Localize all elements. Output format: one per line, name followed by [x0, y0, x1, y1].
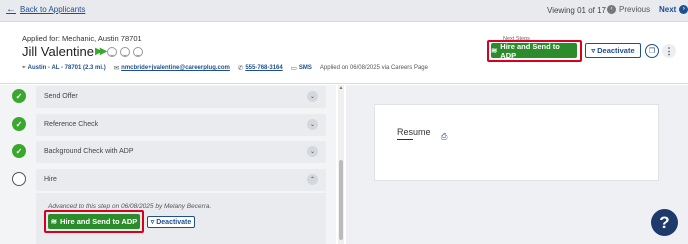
copy-icon: ❐	[648, 48, 656, 55]
pending-circle-icon	[12, 172, 26, 186]
step-label: Background Check with ADP	[44, 148, 134, 155]
workflow-step-hire[interactable]: Hire ⌃	[36, 169, 326, 191]
email-item[interactable]: ✉ nmcbride+jvalentine@careerplug.com	[114, 64, 230, 72]
scroll-thumb[interactable]	[339, 160, 343, 240]
deactivate-step-button[interactable]: ▿ Deactivate	[147, 216, 195, 228]
help-button[interactable]: ?	[651, 209, 678, 236]
back-to-applicants-link[interactable]: ← Back to Applicants	[6, 3, 86, 15]
hire-send-label: Hire and Send to ADP	[60, 217, 138, 226]
thumbs-down-icon: ▿	[150, 219, 155, 226]
phone-icon: ✆	[237, 65, 244, 72]
chevron-down-icon[interactable]: ⌄	[307, 119, 318, 130]
arrow-left-icon: ←	[6, 3, 16, 15]
chat-icon: ▭	[290, 65, 297, 72]
resume-underline	[397, 139, 413, 140]
more-options-button[interactable]: ⋮	[662, 44, 676, 58]
workflow-step-background-check[interactable]: Background Check with ADP ⌄	[36, 141, 326, 163]
hire-and-send-to-adp-step-button[interactable]: ≋ Hire and Send to ADP	[48, 214, 140, 229]
sms-item[interactable]: ▭ SMS	[291, 64, 312, 72]
applied-on-text: Applied on 06/08/2025 via Careers Page	[319, 65, 428, 71]
workflow-step-reference-check[interactable]: Reference Check ⌄	[36, 114, 326, 136]
vertical-dots-icon: ⋮	[664, 45, 674, 56]
previous-button[interactable]: ‹ Previous	[607, 5, 650, 14]
hire-and-send-to-adp-button[interactable]: ≋ Hire and Send to ADP	[491, 41, 577, 60]
deactivate-label: Deactivate	[156, 218, 192, 226]
check-icon: ✓	[12, 117, 26, 131]
email-link[interactable]: nmcbride+jvalentine@careerplug.com	[121, 65, 230, 71]
advanced-note: Advanced to this step on 06/08/2025 by M…	[48, 203, 212, 210]
check-icon: ✓	[12, 144, 26, 158]
previous-label: Previous	[619, 5, 651, 14]
sms-link[interactable]: SMS	[299, 65, 312, 71]
wifi-icon: ≋	[491, 46, 498, 55]
rating-face-icon-2[interactable]	[120, 46, 131, 57]
deactivate-label: Deactivate	[597, 46, 635, 55]
location-item: ⌖ Austin - AL - 78701 (2.3 mi.)	[22, 64, 106, 72]
next-button[interactable]: Next ›	[659, 5, 688, 14]
contact-info-row: ⌖ Austin - AL - 78701 (2.3 mi.) ✉ nmcbri…	[22, 64, 428, 72]
resume-card: Resume ⎙	[374, 104, 659, 181]
step-label: Reference Check	[44, 121, 99, 128]
step-label: Hire	[44, 176, 57, 183]
next-label: Next	[659, 5, 677, 14]
rating-face-icon-3[interactable]	[133, 46, 144, 57]
chevron-left-icon: ‹	[607, 5, 616, 14]
chevron-down-icon[interactable]: ⌄	[307, 91, 318, 102]
workflow-scrollbar[interactable]: ▲	[338, 85, 344, 244]
print-icon[interactable]: ⎙	[441, 132, 447, 142]
step-label: Send Offer	[44, 93, 78, 100]
location-text: Austin - AL - 78701 (2.3 mi.)	[27, 65, 106, 71]
copy-button[interactable]: ❐	[645, 44, 659, 58]
resume-title: Resume	[397, 127, 431, 137]
scroll-up-arrow-icon[interactable]: ▲	[338, 85, 344, 91]
top-navigation-bar: ← Back to Applicants Viewing 01 of 17 ‹ …	[0, 0, 688, 22]
chevron-up-icon[interactable]: ⌃	[307, 174, 318, 185]
workflow-step-send-offer[interactable]: Send Offer ⌄	[36, 86, 326, 108]
phone-item[interactable]: ✆ 555-768-3164	[238, 64, 283, 72]
chevron-down-icon[interactable]: ⌄	[307, 146, 318, 157]
applied-for-text: Applied for: Mechanic, Austin 78701	[22, 34, 142, 43]
thumbs-down-icon: ▿	[591, 46, 596, 55]
map-pin-icon: ⌖	[22, 64, 26, 71]
candidate-name: Jill Valentine	[22, 44, 95, 59]
double-chevron-icon[interactable]: ▶▶	[95, 46, 108, 57]
hire-send-label: Hire and Send to ADP	[500, 41, 560, 60]
viewing-counter: Viewing 01 of 17	[547, 6, 607, 15]
resume-pane: Resume ⎙	[346, 85, 688, 244]
chevron-right-icon: ›	[679, 5, 688, 14]
candidate-header: Applied for: Mechanic, Austin 78701 Jill…	[0, 22, 688, 84]
deactivate-button[interactable]: ▿ Deactivate	[585, 43, 641, 58]
back-label: Back to Applicants	[20, 5, 86, 14]
check-icon: ✓	[12, 89, 26, 103]
phone-link[interactable]: 555-768-3164	[245, 65, 282, 71]
candidate-name-row: Jill Valentine ▶▶	[22, 44, 144, 59]
rating-face-icon-1[interactable]	[107, 46, 118, 57]
wifi-icon: ≋	[50, 217, 58, 226]
envelope-icon: ✉	[113, 65, 120, 72]
